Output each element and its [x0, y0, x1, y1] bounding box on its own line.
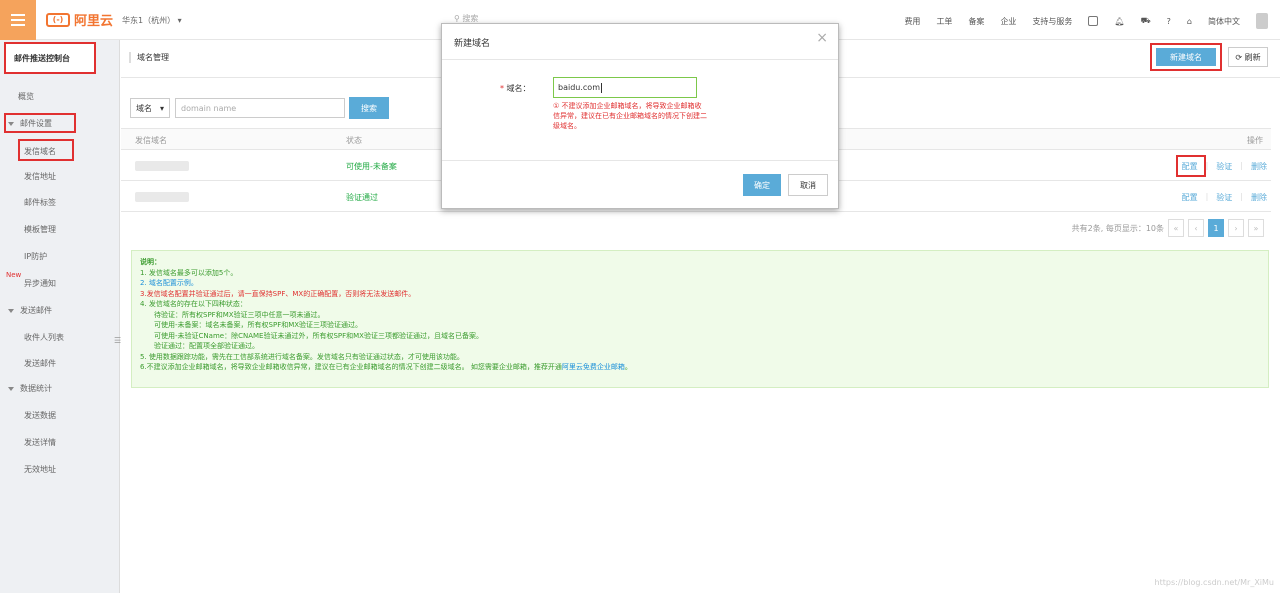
new-badge: New	[6, 271, 22, 279]
note-line: 5. 使用数据跟踪功能，需先在工信部系统进行域名备案。发信域名只有验证通过状态，…	[140, 352, 464, 361]
notes-heading: 说明：	[140, 258, 161, 266]
sidebar-item-overview[interactable]: 概览	[18, 91, 34, 102]
sidebar-item-mail-tags[interactable]: 邮件标签	[24, 197, 56, 208]
divider	[442, 59, 838, 60]
caret-down-icon	[8, 308, 14, 313]
separator: |	[1205, 192, 1209, 201]
pager-first-button[interactable]: «	[1168, 219, 1184, 237]
column-header-status: 状态	[346, 136, 362, 145]
dialog-title: 新建域名	[454, 39, 491, 49]
domain-field-warning: ① 不建议添加企业邮箱域名，将导致企业邮箱收信异常，建议在已有企业邮箱域名的情况…	[553, 102, 707, 130]
notes-panel: 说明： 1. 发信域名最多可以添加5个。 2. 域名配置示例。 3.发信域名配置…	[131, 250, 1269, 388]
note-line: 1. 发信域名最多可以添加5个。	[140, 268, 238, 277]
help-icon[interactable]: ?	[1167, 17, 1171, 26]
refresh-button[interactable]: ⟳ 刷新	[1228, 47, 1268, 67]
text-caret	[600, 82, 602, 93]
avatar[interactable]	[1256, 13, 1268, 29]
note-line: 待验证：所有权SPF和MX验证三项中任意一项未通过。	[154, 310, 325, 319]
watermark: https://blog.csdn.net/Mr_XiMu	[1154, 578, 1274, 587]
hamburger-menu-icon[interactable]	[0, 0, 36, 40]
filter-type-select[interactable]: 域名 ▾	[130, 98, 170, 118]
domain-field-label: * 域名：	[500, 84, 531, 93]
highlight-box	[1175, 155, 1206, 177]
aliyun-logo[interactable]: (-) 阿里云	[46, 10, 113, 29]
note-line: 可使用-未验证CName：除CNAME验证未通过外，所有权SPF和MX验证三项都…	[154, 331, 483, 340]
sidebar-item-templates[interactable]: 模板管理	[24, 224, 56, 235]
note-line: 2. 域名配置示例。	[140, 279, 198, 287]
home-icon[interactable]: ⌂	[1187, 17, 1192, 26]
sidebar-group-mail-settings[interactable]: 邮件设置	[8, 118, 52, 129]
caret-down-icon	[8, 121, 14, 126]
cancel-button[interactable]: 取消	[788, 174, 828, 196]
pager-summary: 共有2条, 每页显示：10条	[1071, 223, 1164, 233]
page-title: 域名管理	[129, 52, 169, 63]
sidebar: 邮件推送控制台 概览 邮件设置 发信域名 发信地址 邮件标签 模板管理 IP防护…	[0, 40, 121, 593]
pagination: 共有2条, 每页显示：10条 « ‹ 1 › »	[1072, 219, 1264, 237]
caret-down-icon: ▾	[159, 103, 164, 113]
sidebar-item-invalid-addresses[interactable]: 无效地址	[24, 464, 56, 475]
sidebar-item-sender-address[interactable]: 发信地址	[24, 171, 56, 182]
sidebar-item-send-mail[interactable]: 发送邮件	[24, 358, 56, 369]
top-link-ticket[interactable]: 工单	[936, 16, 952, 27]
note-line: 6.不建议添加企业邮箱域名，将导致企业邮箱收信异常，建议在已有企业邮箱域名的情况…	[140, 363, 632, 371]
sidebar-item-send-details[interactable]: 发送详情	[24, 437, 56, 448]
refresh-icon: ⟳	[1235, 52, 1243, 62]
logo-mark-icon: (-)	[46, 12, 70, 27]
separator: |	[1240, 192, 1243, 201]
sidebar-title[interactable]: 邮件推送控制台	[4, 42, 96, 74]
new-domain-dialog: 新建域名 × * 域名： baidu.com ① 不建议添加企业邮箱域名，将导致…	[441, 23, 839, 209]
verify-link[interactable]: 验证	[1216, 161, 1232, 172]
logo-text: 阿里云	[74, 14, 114, 29]
new-domain-highlight: 新建域名	[1150, 43, 1222, 71]
sidebar-item-send-data[interactable]: 发送数据	[24, 410, 56, 421]
sidebar-group-stats[interactable]: 数据统计	[8, 383, 52, 394]
divider	[442, 160, 838, 161]
domain-search-input[interactable]: domain name	[175, 98, 345, 118]
caret-down-icon	[8, 386, 14, 391]
sidebar-item-async-notify[interactable]: 异步通知	[24, 278, 56, 289]
pager-prev-button[interactable]: ‹	[1188, 219, 1204, 237]
status-text: 验证通过	[346, 193, 378, 202]
message-icon[interactable]	[1088, 16, 1099, 26]
redacted-domain	[135, 161, 189, 171]
domain-field-input[interactable]: baidu.com	[553, 77, 697, 98]
pager-page-button[interactable]: 1	[1208, 219, 1224, 237]
bell-icon[interactable]: 🔔︎	[1114, 17, 1124, 26]
redacted-domain	[135, 192, 189, 202]
note-line: 4. 发信域名的存在以下四种状态：	[140, 300, 247, 308]
delete-link[interactable]: 删除	[1251, 161, 1267, 172]
column-header-ops: 操作	[1247, 136, 1263, 145]
confirm-button[interactable]: 确定	[743, 174, 781, 196]
top-link-enterprise[interactable]: 企业	[1000, 16, 1016, 27]
note-line: 验证通过：配置项全部验证通过。	[154, 342, 259, 350]
region-selector[interactable]: 华东1（杭州） ▾	[122, 15, 182, 26]
separator: |	[1205, 161, 1209, 170]
separator: |	[1240, 161, 1243, 170]
top-link-icp[interactable]: 备案	[968, 16, 984, 27]
free-enterprise-mail-link[interactable]: 阿里云免费企业邮箱	[562, 363, 625, 371]
sidebar-item-sender-domain[interactable]: 发信域名	[24, 146, 56, 157]
language-selector[interactable]: 简体中文	[1208, 16, 1240, 27]
new-domain-button[interactable]: 新建域名	[1156, 48, 1216, 66]
sidebar-item-recipient-list[interactable]: 收件人列表	[24, 332, 64, 343]
pager-last-button[interactable]: »	[1248, 219, 1264, 237]
row-actions: 配置 | 验证 | 删除	[1182, 192, 1267, 203]
status-text: 可使用-未备案	[346, 162, 397, 171]
column-header-domain: 发信域名	[135, 136, 167, 145]
top-link-support[interactable]: 支持与服务	[1032, 16, 1072, 27]
row-actions: 配置 | 验证 | 删除	[1175, 155, 1267, 177]
note-line: 可使用-未备案：域名未备案，所有权SPF和MX验证三项验证通过。	[154, 321, 363, 329]
close-icon[interactable]: ×	[816, 30, 828, 46]
pager-next-button[interactable]: ›	[1228, 219, 1244, 237]
verify-link[interactable]: 验证	[1216, 192, 1232, 203]
configure-link[interactable]: 配置	[1182, 192, 1198, 203]
search-button[interactable]: 搜索	[349, 97, 389, 119]
sidebar-group-send-mail[interactable]: 发送邮件	[8, 305, 52, 316]
sidebar-item-ip-protection[interactable]: IP防护	[24, 251, 47, 262]
top-links: 费用 工单 备案 企业 支持与服务 🔔︎ ⛟ ? ⌂ 简体中文	[904, 13, 1268, 29]
note-line: 3.发信域名配置并验证通过后，请一直保持SPF、MX的正确配置，否则将无法发送邮…	[140, 289, 416, 298]
top-link-billing[interactable]: 费用	[904, 16, 920, 27]
cart-icon[interactable]: ⛟	[1141, 16, 1151, 26]
delete-link[interactable]: 删除	[1251, 192, 1267, 203]
